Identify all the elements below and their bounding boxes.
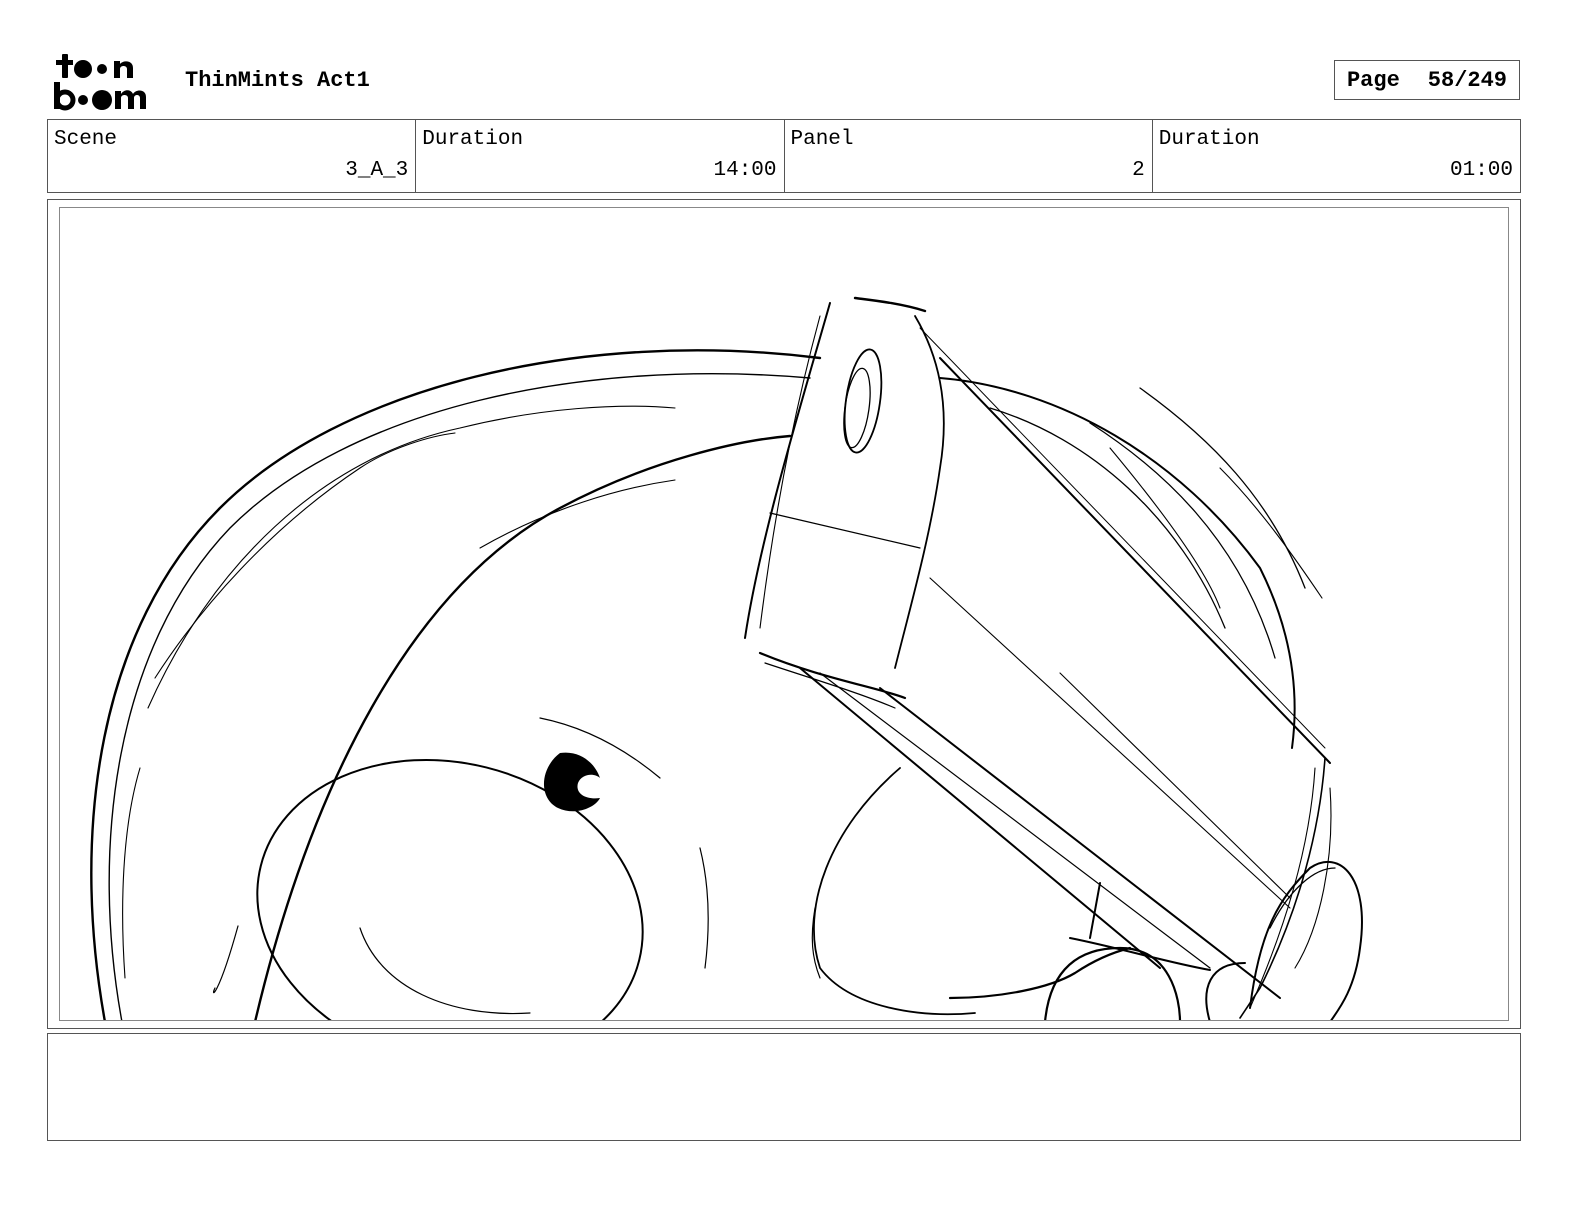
scene-label: Scene xyxy=(54,128,118,151)
scene-value: 3_A_3 xyxy=(345,159,409,182)
scene-duration-label: Duration xyxy=(422,128,524,151)
scene-cell: Scene 3_A_3 xyxy=(48,120,417,192)
panel-cell: Panel 2 xyxy=(785,120,1153,192)
panel-label: Panel xyxy=(790,128,854,151)
panel-value: 2 xyxy=(1132,159,1145,182)
panel-drawing-area xyxy=(59,207,1509,1021)
panel-info-bar: Scene 3_A_3 Duration 14:00 Panel 2 Durat… xyxy=(47,119,1521,193)
pupil-shape xyxy=(543,752,600,812)
toon-boom-logo xyxy=(52,50,164,112)
page-label: Page xyxy=(1346,67,1400,93)
page-indicator: Page 58/249 xyxy=(1334,60,1520,100)
panel-duration-cell: Duration 01:00 xyxy=(1153,120,1520,192)
project-title: ThinMints Act1 xyxy=(185,68,370,93)
panel-duration-label: Duration xyxy=(1158,128,1260,151)
storyboard-sketch xyxy=(90,296,1363,1020)
logo-mark xyxy=(54,54,146,111)
panel-notes-box xyxy=(47,1033,1521,1141)
panel-duration-value: 01:00 xyxy=(1449,159,1513,182)
scene-duration-value: 14:00 xyxy=(713,159,777,182)
scene-duration-cell: Duration 14:00 xyxy=(416,120,785,192)
page-number: 58/249 xyxy=(1427,67,1508,93)
